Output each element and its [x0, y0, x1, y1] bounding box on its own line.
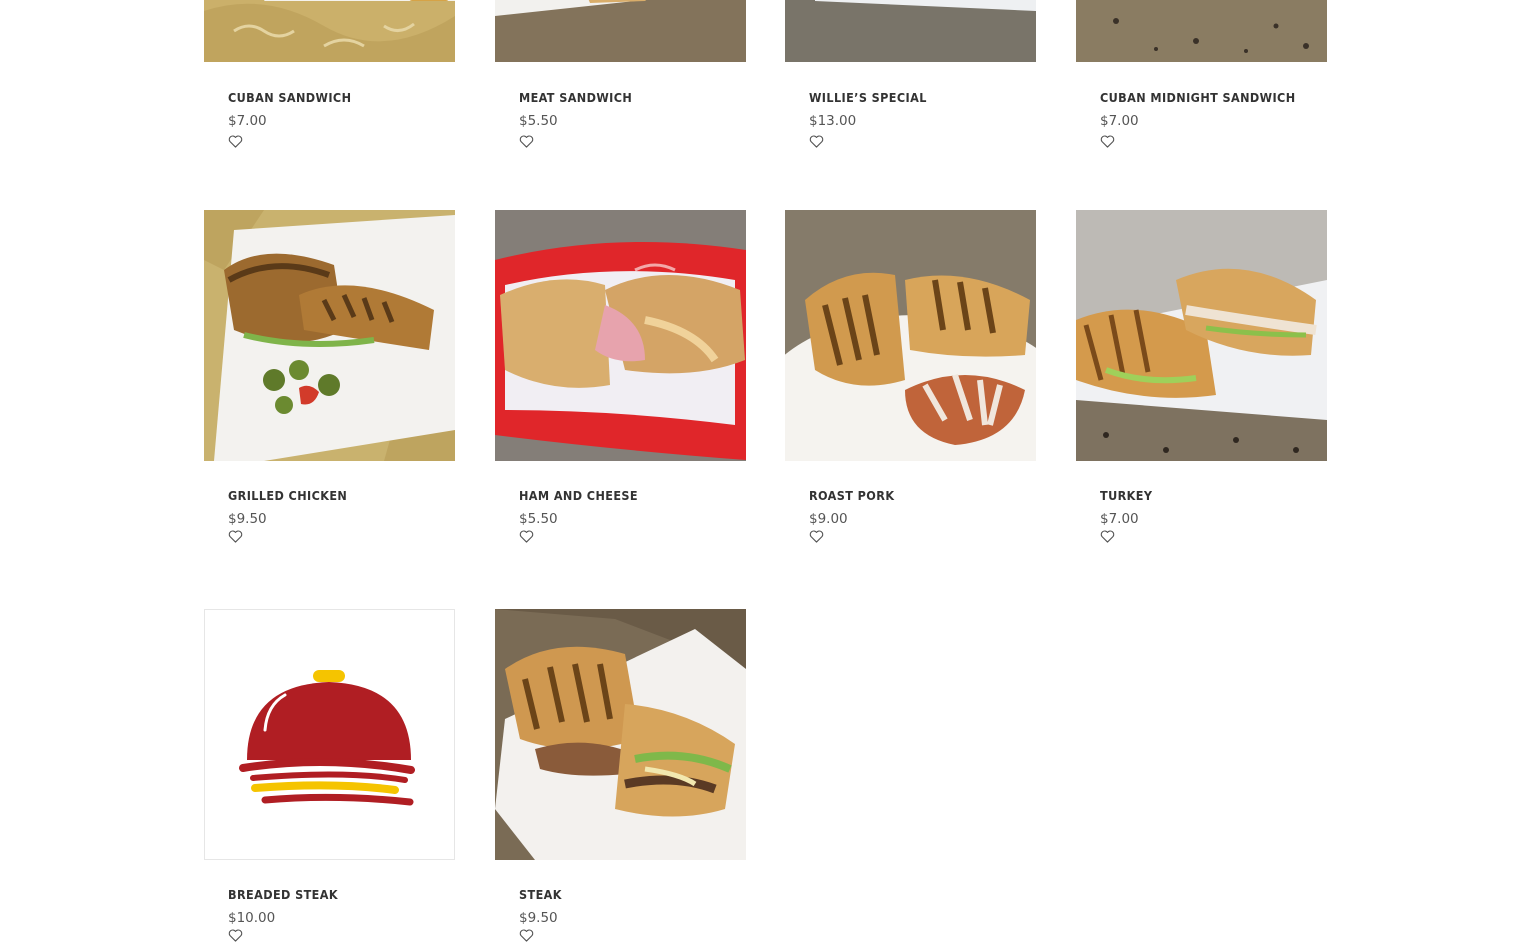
product-price: $5.50 [519, 511, 558, 527]
heart-outline-icon[interactable] [809, 530, 824, 543]
card-shadow [501, 165, 740, 171]
heart-outline-icon[interactable] [1100, 135, 1115, 148]
product-price: $9.50 [228, 511, 267, 527]
card-shadow [791, 564, 1030, 570]
product-name[interactable]: Cuban Midnight Sandwich [1100, 90, 1296, 105]
card-shadow [1082, 165, 1321, 171]
heart-outline-icon[interactable] [519, 530, 534, 543]
product-image[interactable] [204, 0, 455, 62]
product-price: $7.00 [228, 113, 267, 129]
heart-outline-icon[interactable] [228, 135, 243, 148]
product-price: $9.00 [809, 511, 848, 527]
product-name[interactable]: Breaded Steak [228, 887, 338, 902]
product-price: $10.00 [228, 910, 276, 926]
product-image[interactable] [785, 210, 1036, 461]
product-price: $7.00 [1100, 113, 1139, 129]
product-name[interactable]: Meat Sandwich [519, 90, 632, 105]
product-image[interactable] [785, 0, 1036, 62]
heart-outline-icon[interactable] [1100, 530, 1115, 543]
product-image[interactable] [495, 0, 746, 62]
product-image[interactable] [495, 210, 746, 461]
product-card[interactable]: Ham and Cheese $5.50 [495, 210, 746, 570]
heart-outline-icon[interactable] [228, 530, 243, 543]
product-image[interactable] [1076, 210, 1327, 461]
product-card[interactable]: Cuban Midnight Sandwich $7.00 [1076, 0, 1327, 171]
product-image[interactable] [204, 210, 455, 461]
product-card[interactable]: Cuban Sandwich $7.00 [204, 0, 455, 171]
product-card[interactable]: Breaded Steak $10.00 [204, 609, 455, 948]
product-card[interactable]: Steak $9.50 [495, 609, 746, 948]
card-shadow [501, 564, 740, 570]
product-name[interactable]: Roast Pork [809, 488, 894, 503]
product-card[interactable]: Willie’s Special $13.00 [785, 0, 1036, 171]
product-name[interactable]: Ham and Cheese [519, 488, 638, 503]
card-shadow [1082, 564, 1321, 570]
product-card[interactable]: Grilled Chicken $9.50 [204, 210, 455, 570]
product-name[interactable]: Willie’s Special [809, 90, 927, 105]
card-shadow [791, 165, 1030, 171]
product-name[interactable]: Cuban Sandwich [228, 90, 351, 105]
card-shadow [210, 564, 449, 570]
product-image[interactable] [495, 609, 746, 860]
product-price: $13.00 [809, 113, 857, 129]
product-name[interactable]: Grilled Chicken [228, 488, 347, 503]
heart-outline-icon[interactable] [519, 929, 534, 942]
placeholder-image[interactable] [204, 609, 455, 860]
product-image[interactable] [1076, 0, 1327, 62]
product-name[interactable]: Turkey [1100, 488, 1152, 503]
product-price: $7.00 [1100, 511, 1139, 527]
product-card[interactable]: Meat Sandwich $5.50 [495, 0, 746, 171]
cloche-logo-icon [239, 670, 415, 806]
card-shadow [210, 165, 449, 171]
heart-outline-icon[interactable] [228, 929, 243, 942]
product-card[interactable]: Roast Pork $9.00 [785, 210, 1036, 570]
heart-outline-icon[interactable] [519, 135, 534, 148]
heart-outline-icon[interactable] [809, 135, 824, 148]
product-name[interactable]: Steak [519, 887, 562, 902]
product-price: $5.50 [519, 113, 558, 129]
product-card[interactable]: Turkey $7.00 [1076, 210, 1327, 570]
product-price: $9.50 [519, 910, 558, 926]
